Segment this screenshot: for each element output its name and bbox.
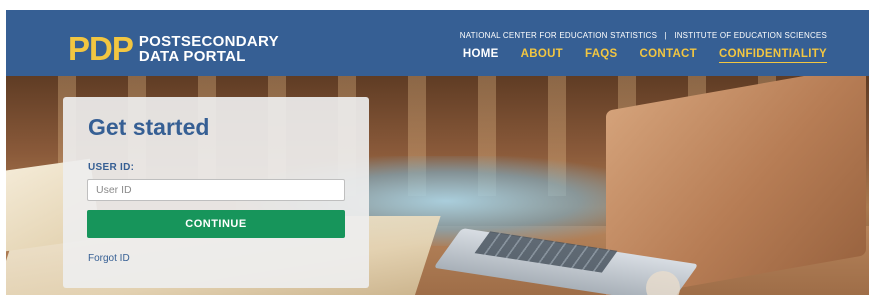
nav-home[interactable]: HOME (463, 48, 499, 63)
logo-line-2: DATA PORTAL (138, 48, 246, 65)
agency-separator: | (664, 31, 667, 40)
ies-link[interactable]: INSTITUTE OF EDUCATION SCIENCES (674, 31, 827, 40)
logo-wordmark: POSTSECONDARY DATA PORTAL (139, 34, 279, 64)
main-nav: HOME ABOUT FAQS CONTACT CONFIDENTIALITY (441, 48, 827, 63)
pdp-logo[interactable]: PDP POSTSECONDARY DATA PORTAL (68, 30, 279, 67)
page: PDP POSTSECONDARY DATA PORTAL NATIONAL C… (0, 0, 875, 299)
userid-label: USER ID: (88, 162, 135, 173)
nces-link[interactable]: NATIONAL CENTER FOR EDUCATION STATISTICS (460, 31, 657, 40)
nav-confidentiality[interactable]: CONFIDENTIALITY (719, 48, 827, 63)
userid-input[interactable] (87, 179, 345, 201)
login-panel: Get started USER ID: CONTINUE Forgot ID (63, 97, 369, 288)
agency-links: NATIONAL CENTER FOR EDUCATION STATISTICS… (460, 31, 827, 40)
continue-button[interactable]: CONTINUE (87, 210, 345, 238)
site-header: PDP POSTSECONDARY DATA PORTAL NATIONAL C… (6, 10, 869, 76)
page-title: Get started (88, 114, 210, 140)
nav-about[interactable]: ABOUT (521, 48, 563, 63)
logo-mark: PDP (68, 30, 134, 67)
forgot-id-link[interactable]: Forgot ID (88, 253, 130, 264)
logo-line-1: POSTSECONDARY (138, 33, 279, 50)
nav-contact[interactable]: CONTACT (640, 48, 697, 63)
nav-faqs[interactable]: FAQS (585, 48, 618, 63)
